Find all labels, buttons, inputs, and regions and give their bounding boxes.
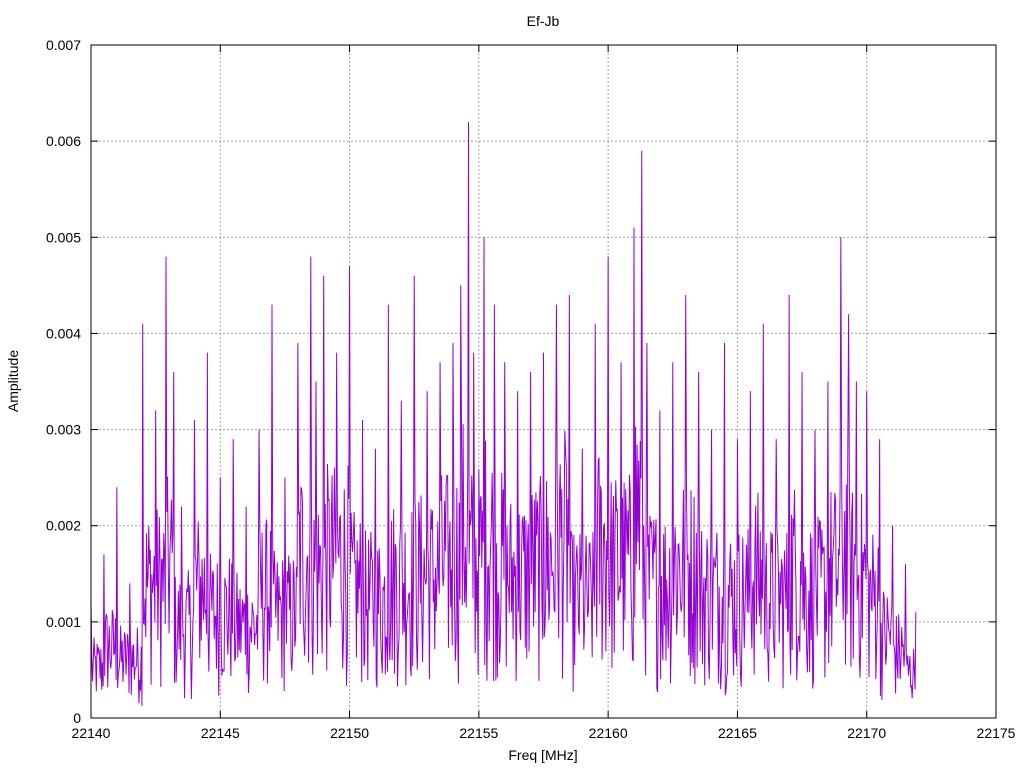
data-point — [905, 564, 906, 565]
data-point — [315, 381, 316, 382]
x-tick-label: 22155 — [459, 725, 498, 741]
data-point — [220, 477, 221, 478]
data-point — [750, 391, 751, 392]
x-axis-title: Freq [MHz] — [508, 747, 577, 763]
x-tick-label: 22150 — [330, 725, 369, 741]
data-point — [776, 439, 777, 440]
data-point — [155, 410, 156, 411]
data-point — [685, 294, 686, 295]
x-tick-label: 22175 — [977, 725, 1016, 741]
x-tick-labels: 22140 22145 22150 22155 22160 22165 22170 22175 — [72, 725, 1016, 741]
spectrum-line — [90, 121, 917, 706]
y-tick-label: 0.001 — [46, 614, 81, 630]
data-point — [259, 429, 260, 430]
data-point — [427, 391, 428, 392]
x-tick-label: 22145 — [201, 725, 240, 741]
y-tick-label: 0.003 — [46, 422, 81, 438]
data-point — [246, 506, 247, 507]
data-point — [737, 439, 738, 440]
data-point — [297, 343, 298, 344]
y-tick-label: 0.002 — [46, 518, 81, 534]
y-axis-title: Amplitude — [5, 350, 21, 412]
y-tick-label: 0 — [73, 710, 81, 726]
data-point — [401, 400, 402, 401]
data-point — [530, 371, 531, 372]
data-point — [698, 371, 699, 372]
data-point — [504, 362, 505, 363]
data-point — [827, 381, 828, 382]
data-point — [142, 323, 143, 324]
data-point — [915, 612, 916, 613]
data-point — [866, 391, 867, 392]
x-tick-label: 22170 — [847, 725, 886, 741]
data-point — [582, 448, 583, 449]
data-point — [856, 381, 857, 382]
data-point — [207, 352, 208, 353]
data-point — [892, 525, 893, 526]
data-point — [349, 266, 350, 267]
data-point — [556, 304, 557, 305]
data-point — [595, 323, 596, 324]
data-point — [181, 506, 182, 507]
data-point — [414, 275, 415, 276]
data-point — [272, 304, 273, 305]
data-point — [484, 237, 485, 238]
y-tick-label: 0.007 — [46, 37, 81, 53]
data-point — [233, 439, 234, 440]
data-point — [494, 304, 495, 305]
data-point — [763, 323, 764, 324]
data-point — [672, 362, 673, 363]
data-point — [840, 237, 841, 238]
data-point — [641, 150, 642, 151]
data-point — [388, 304, 389, 305]
chart-title: Ef-Jb — [527, 13, 560, 29]
data-point — [724, 343, 725, 344]
data-point — [323, 275, 324, 276]
data-point — [440, 362, 441, 363]
data-point — [634, 227, 635, 228]
data-point — [453, 343, 454, 344]
data-point — [165, 256, 166, 257]
data-point — [815, 429, 816, 430]
data-point — [789, 294, 790, 295]
data-point — [802, 371, 803, 372]
data-point — [646, 343, 647, 344]
data-point — [848, 314, 849, 315]
data-point — [116, 487, 117, 488]
data-point — [711, 429, 712, 430]
data-series — [90, 121, 917, 706]
data-point — [336, 352, 337, 353]
data-point — [879, 439, 880, 440]
x-tick-label: 22140 — [72, 725, 111, 741]
y-tick-label: 0.005 — [46, 229, 81, 245]
data-point — [468, 121, 469, 122]
data-point — [460, 285, 461, 286]
data-point — [375, 448, 376, 449]
y-tick-label: 0.004 — [46, 325, 81, 341]
x-tick-label: 22165 — [718, 725, 757, 741]
x-tick-label: 22160 — [589, 725, 628, 741]
data-point — [517, 391, 518, 392]
data-point — [473, 352, 474, 353]
data-point — [659, 410, 660, 411]
data-point — [608, 256, 609, 257]
data-point — [103, 554, 104, 555]
data-point — [129, 583, 130, 584]
data-point — [621, 362, 622, 363]
data-point — [569, 294, 570, 295]
data-point — [284, 477, 285, 478]
data-point — [543, 352, 544, 353]
data-point — [310, 256, 311, 257]
y-tick-labels: 0 0.001 0.002 0.003 0.004 0.005 0.006 0.007 — [46, 37, 81, 726]
chart: 22140 22145 22150 22155 22160 22165 22170 22175… — [5, 13, 1016, 763]
data-point — [194, 419, 195, 420]
data-point — [362, 419, 363, 420]
y-tick-label: 0.006 — [46, 133, 81, 149]
data-point — [173, 371, 174, 372]
